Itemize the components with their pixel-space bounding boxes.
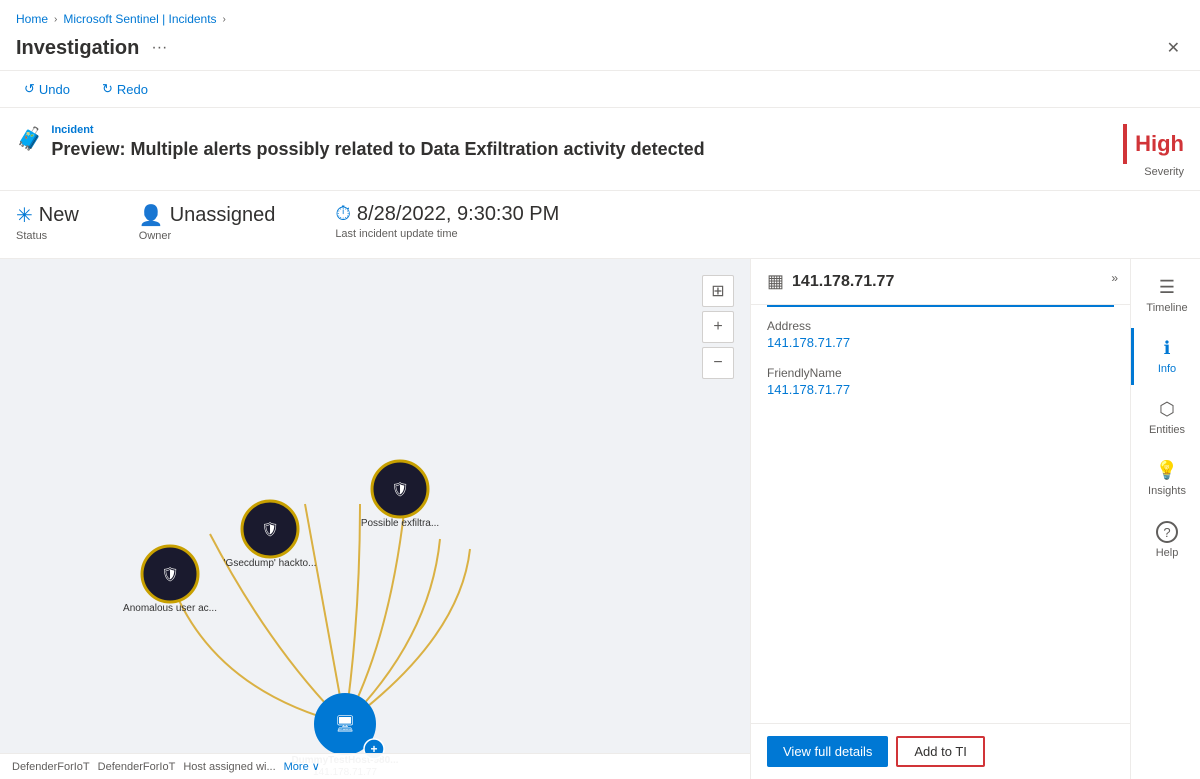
breadcrumb-sentinel[interactable]: Microsoft Sentinel | Incidents — [63, 12, 216, 26]
redo-label: Redo — [117, 82, 148, 97]
insights-icon: 💡 — [1156, 460, 1178, 481]
close-button[interactable]: ✕ — [1163, 34, 1184, 62]
node-anomalous-label: Anomalous user ac... — [123, 603, 217, 614]
incident-info: 🧳 Incident Preview: Multiple alerts poss… — [0, 108, 1200, 191]
address-value: 141.178.71.77 — [767, 335, 1114, 350]
undo-icon: ↺ — [24, 81, 35, 97]
graph-zoom-out-button[interactable]: − — [702, 347, 734, 379]
detail-field-address: Address 141.178.71.77 — [767, 319, 1114, 350]
entities-label: Entities — [1149, 424, 1185, 436]
status-item-time: ⏱ 8/28/2022, 9:30:30 PM Last incident up… — [335, 203, 559, 240]
info-icon: ℹ — [1164, 338, 1171, 359]
help-label: Help — [1156, 547, 1179, 559]
svg-text:🛡: 🛡 — [391, 481, 409, 497]
severity-area: High Severity — [1064, 124, 1184, 178]
incident-type-label: Incident — [51, 124, 704, 136]
svg-text:🖥: 🖥 — [335, 715, 355, 733]
time-icon: ⏱ — [335, 203, 351, 226]
sidebar-item-timeline[interactable]: ☰ Timeline — [1131, 267, 1200, 324]
breadcrumb: Home › Microsoft Sentinel | Incidents › — [0, 0, 1200, 30]
detail-panel: ▦ 141.178.71.77 » Address 141.178.71.77 … — [750, 259, 1130, 779]
address-label: Address — [767, 319, 1114, 333]
status-item-owner: 👤 Unassigned Owner — [139, 203, 276, 242]
svg-text:🛡: 🛡 — [261, 521, 279, 537]
graph-area[interactable]: 🛡 Anomalous user ac... 🛡 'Gsecdump' hack… — [0, 259, 750, 779]
status-item-status: ✳ New Status — [16, 203, 79, 242]
detail-body: Address 141.178.71.77 FriendlyName 141.1… — [751, 307, 1130, 723]
right-sidebar: ☰ Timeline ℹ Info ⬡ Entities 💡 Insights … — [1130, 259, 1200, 779]
add-to-ti-button[interactable]: Add to TI — [896, 736, 985, 767]
status-row: ✳ New Status 👤 Unassigned Owner ⏱ 8/28/2… — [0, 191, 1200, 259]
page-title: Investigation — [16, 37, 139, 60]
bottom-label-1: DefenderForIoT — [12, 761, 90, 773]
page-menu-button[interactable]: ··· — [151, 39, 167, 57]
severity-value: High — [1135, 131, 1184, 157]
breadcrumb-sep2: › — [223, 14, 226, 25]
friendly-value: 141.178.71.77 — [767, 382, 1114, 397]
breadcrumb-sep1: › — [54, 14, 57, 25]
graph-fit-button[interactable]: ⊞ — [702, 275, 734, 307]
svg-text:🛡: 🛡 — [161, 566, 179, 582]
owner-value-text: Unassigned — [170, 204, 276, 227]
status-icon: ✳ — [16, 203, 33, 228]
detail-footer: View full details Add to TI — [751, 723, 1130, 779]
more-dropdown[interactable]: More ∨ — [284, 760, 320, 773]
status-value-text: New — [39, 204, 79, 227]
incident-title: Preview: Multiple alerts possibly relate… — [51, 138, 704, 161]
friendly-label: FriendlyName — [767, 366, 1114, 380]
graph-svg: 🛡 Anomalous user ac... 🛡 'Gsecdump' hack… — [0, 259, 750, 779]
detail-ip-icon: ▦ — [767, 271, 784, 292]
undo-button[interactable]: ↺ Undo — [16, 77, 78, 101]
incident-icon: 🧳 — [16, 126, 43, 152]
detail-field-friendly: FriendlyName 141.178.71.77 — [767, 366, 1114, 397]
sidebar-item-info[interactable]: ℹ Info — [1131, 328, 1200, 385]
sidebar-item-entities[interactable]: ⬡ Entities — [1131, 389, 1200, 446]
graph-zoom-in-button[interactable]: + — [702, 311, 734, 343]
severity-bar-icon — [1123, 124, 1127, 164]
page-header: Investigation ··· ✕ — [0, 30, 1200, 70]
redo-icon: ↻ — [102, 81, 113, 97]
graph-controls: ⊞ + − — [702, 275, 734, 379]
sidebar-item-insights[interactable]: 💡 Insights — [1131, 450, 1200, 507]
bottom-label-2: DefenderForIoT — [98, 761, 176, 773]
detail-ip-title: 141.178.71.77 — [792, 273, 894, 291]
entities-icon: ⬡ — [1159, 399, 1175, 420]
graph-bottom-bar: DefenderForIoT DefenderForIoT Host assig… — [0, 753, 750, 779]
timeline-icon: ☰ — [1159, 277, 1175, 298]
help-icon: ? — [1156, 521, 1178, 543]
info-label: Info — [1158, 363, 1176, 375]
redo-button[interactable]: ↻ Redo — [94, 77, 156, 101]
sidebar-item-help[interactable]: ? Help — [1131, 511, 1200, 569]
owner-icon: 👤 — [139, 203, 164, 228]
breadcrumb-home[interactable]: Home — [16, 12, 48, 26]
main-content: 🛡 Anomalous user ac... 🛡 'Gsecdump' hack… — [0, 259, 1200, 779]
insights-label: Insights — [1148, 485, 1186, 497]
node-gsecdump-label: 'Gsecdump' hackto... — [224, 558, 317, 569]
node-exfiltration-label: Possible exfiltra... — [361, 518, 439, 529]
time-label: Last incident update time — [335, 228, 559, 240]
owner-label: Owner — [139, 230, 276, 242]
bottom-label-3: Host assigned wi... — [183, 761, 275, 773]
undo-label: Undo — [39, 82, 70, 97]
detail-collapse-button[interactable]: » — [1111, 271, 1118, 285]
severity-label: Severity — [1144, 166, 1184, 178]
toolbar: ↺ Undo ↻ Redo — [0, 70, 1200, 108]
time-value-text: 8/28/2022, 9:30:30 PM — [357, 203, 559, 226]
timeline-label: Timeline — [1146, 302, 1187, 314]
detail-header: ▦ 141.178.71.77 » — [751, 259, 1130, 305]
view-full-details-button[interactable]: View full details — [767, 736, 888, 767]
status-label: Status — [16, 230, 79, 242]
